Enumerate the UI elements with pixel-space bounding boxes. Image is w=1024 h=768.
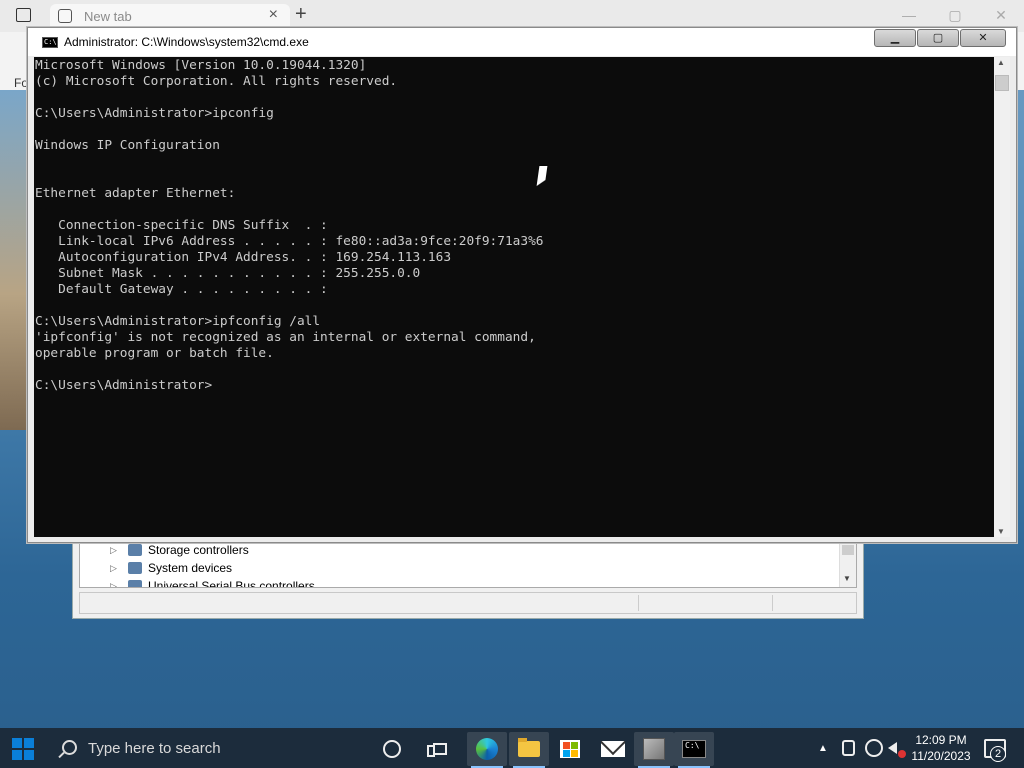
taskbar-command-prompt[interactable]: C:\ — [674, 732, 714, 768]
taskbar-edge[interactable] — [467, 732, 507, 768]
taskbar-store[interactable] — [550, 732, 590, 766]
cmd-window-controls: ▁ ▢ ✕ — [873, 29, 1006, 47]
maximize-button[interactable]: ▢ — [917, 29, 959, 47]
browser-sidebar-fragment: Fo — [14, 76, 29, 90]
taskbar-network-app[interactable] — [634, 732, 674, 768]
scroll-down-arrow-icon[interactable]: ▼ — [997, 527, 1005, 536]
device-tree: ▷ Storage controllers ▷ System devices ▷… — [79, 536, 857, 588]
windows-logo-icon — [12, 738, 22, 748]
clock-time: 12:09 PM — [915, 733, 967, 747]
start-button[interactable] — [12, 738, 34, 760]
search-icon — [62, 740, 77, 755]
usb-controller-icon — [128, 580, 142, 587]
minimize-button[interactable]: ▁ — [874, 29, 916, 47]
storage-controller-icon — [128, 544, 142, 556]
cmd-title-bar[interactable]: C:\ Administrator: C:\Windows\system32\c… — [28, 28, 1016, 56]
status-divider — [772, 595, 773, 611]
window-title: Administrator: C:\Windows\system32\cmd.e… — [64, 35, 309, 49]
volume-muted-icon[interactable] — [888, 728, 906, 768]
expand-chevron-icon[interactable]: ▷ — [110, 581, 122, 588]
tree-item-label: Storage controllers — [148, 543, 249, 557]
expand-chevron-icon[interactable]: ▷ — [110, 563, 122, 574]
taskbar-mail[interactable] — [593, 732, 633, 766]
search-placeholder: Type here to search — [88, 740, 221, 757]
scroll-up-arrow-icon[interactable]: ▲ — [997, 58, 1005, 67]
task-view-button[interactable] — [420, 732, 460, 766]
new-tab-button[interactable]: + — [295, 3, 307, 26]
tree-item-system-devices[interactable]: ▷ System devices — [110, 561, 232, 575]
file-explorer-icon — [518, 738, 540, 757]
status-divider — [638, 595, 639, 611]
console-area[interactable]: Microsoft Windows [Version 10.0.19044.13… — [34, 57, 1010, 537]
notification-count-badge: 2 — [990, 746, 1006, 762]
device-manager-status-bar — [79, 592, 857, 614]
tab-actions-icon[interactable] — [16, 8, 31, 22]
cortana-icon — [383, 740, 401, 758]
device-manager-window: ▷ Storage controllers ▷ System devices ▷… — [72, 535, 864, 619]
console-scrollbar[interactable]: ▲ ▼ — [994, 57, 1010, 537]
expand-chevron-icon[interactable]: ▷ — [110, 545, 122, 556]
tree-item-usb-controllers[interactable]: ▷ Universal Serial Bus controllers — [110, 579, 315, 588]
command-prompt-window[interactable]: C:\ Administrator: C:\Windows\system32\c… — [27, 27, 1017, 543]
device-tree-scrollbar[interactable]: ▼ — [839, 537, 856, 587]
browser-minimize-button[interactable]: — — [886, 0, 932, 30]
scrollbar-thumb[interactable] — [995, 75, 1009, 91]
mail-icon — [601, 741, 625, 757]
cmd-window-icon[interactable]: C:\ — [42, 37, 58, 48]
new-tab-page-icon — [58, 9, 72, 23]
close-button[interactable]: ✕ — [960, 29, 1006, 47]
tree-item-label: Universal Serial Bus controllers — [148, 579, 315, 588]
network-icon[interactable] — [865, 728, 883, 768]
close-tab-icon[interactable]: × — [269, 6, 278, 24]
console-output[interactable]: Microsoft Windows [Version 10.0.19044.13… — [34, 57, 995, 538]
scrollbar-thumb[interactable] — [842, 545, 854, 555]
browser-tab-label: New tab — [84, 9, 132, 24]
cortana-button[interactable] — [372, 732, 412, 766]
taskbar-file-explorer[interactable] — [509, 732, 549, 768]
taskbar: Type here to search C:\ ▲ 12:09 PM 11/20… — [0, 728, 1024, 768]
command-prompt-icon: C:\ — [682, 740, 706, 758]
taskbar-search-box[interactable]: Type here to search — [50, 732, 360, 764]
tree-item-storage-controllers[interactable]: ▷ Storage controllers — [110, 543, 249, 557]
system-devices-icon — [128, 562, 142, 574]
browser-window-controls: — ▢ ✕ — [886, 0, 1024, 30]
clock-date: 11/20/2023 — [911, 749, 971, 763]
browser-restore-button[interactable]: ▢ — [932, 0, 978, 30]
tree-item-label: System devices — [148, 561, 233, 575]
clock[interactable]: 12:09 PM 11/20/2023 — [908, 728, 974, 768]
browser-close-button[interactable]: ✕ — [978, 0, 1024, 30]
scroll-down-arrow-icon[interactable]: ▼ — [843, 574, 851, 583]
edge-icon — [476, 738, 498, 760]
task-view-icon — [427, 743, 447, 757]
network-app-icon — [643, 738, 665, 760]
wallpaper — [0, 90, 30, 430]
meet-now-icon[interactable] — [842, 728, 856, 768]
microsoft-store-icon — [560, 740, 580, 758]
show-hidden-icons-button[interactable]: ▲ — [818, 728, 828, 768]
